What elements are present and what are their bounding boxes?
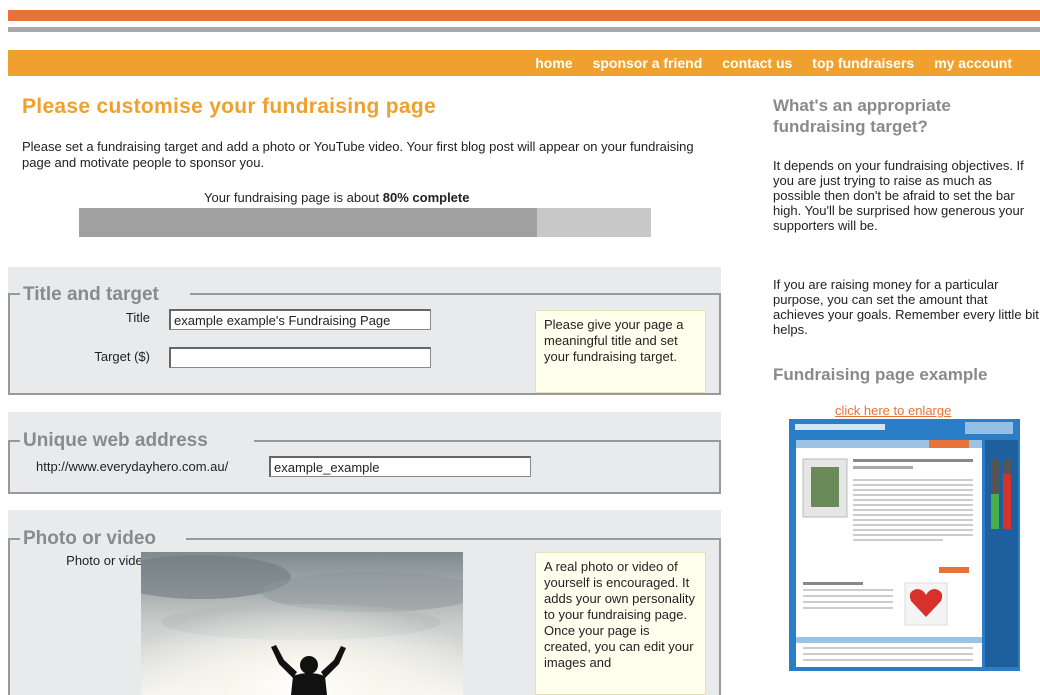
photo-video-label: Photo or video [66, 553, 150, 568]
photo-video-legend: Photo or video [21, 528, 158, 549]
profile-photo[interactable] [141, 552, 463, 695]
progress-prefix: Your fundraising page is about [204, 190, 383, 205]
progress-value: 80% complete [382, 190, 470, 205]
nav-sponsor-a-friend[interactable]: sponsor a friend [593, 55, 703, 71]
nav-my-account[interactable]: my account [934, 55, 1012, 71]
web-address-prefix: http://www.everydayhero.com.au/ [36, 459, 229, 474]
title-target-tip: Please give your page a meaningful title… [535, 310, 706, 393]
photo-video-tip: A real photo or video of yourself is enc… [535, 552, 706, 695]
enlarge-link[interactable]: click here to enlarge [835, 403, 951, 418]
title-label: Title [125, 310, 150, 325]
sidebar-paragraph-2: If you are raising money for a particula… [773, 277, 1039, 337]
title-input[interactable] [169, 309, 431, 330]
sidebar-heading-example: Fundraising page example [773, 365, 988, 384]
photo-image [141, 552, 463, 695]
top-accent-bar [8, 10, 1040, 21]
page-intro: Please set a fundraising target and add … [22, 139, 694, 170]
nav-top-fundraisers[interactable]: top fundraisers [812, 55, 914, 71]
example-page-thumbnail[interactable] [789, 419, 1020, 671]
progress-bar [79, 208, 651, 237]
target-label: Target ($) [94, 349, 150, 364]
target-input[interactable] [169, 347, 431, 368]
main-navigation: home sponsor a friend contact us top fun… [8, 50, 1040, 76]
thumbnail-image [789, 419, 1020, 671]
sidebar-heading-target: What's an appropriate fundraising target… [773, 96, 951, 136]
web-address-legend: Unique web address [21, 430, 210, 451]
nav-home[interactable]: home [535, 55, 572, 71]
sidebar-paragraph-1: It depends on your fundraising objective… [773, 158, 1025, 233]
page-title: Please customise your fundraising page [22, 95, 437, 118]
nav-contact-us[interactable]: contact us [722, 55, 792, 71]
progress-text: Your fundraising page is about 80% compl… [204, 190, 469, 205]
top-gray-bar [8, 27, 1040, 32]
title-target-legend: Title and target [21, 284, 161, 305]
web-address-input[interactable] [269, 456, 531, 477]
progress-bar-fill [79, 208, 537, 237]
